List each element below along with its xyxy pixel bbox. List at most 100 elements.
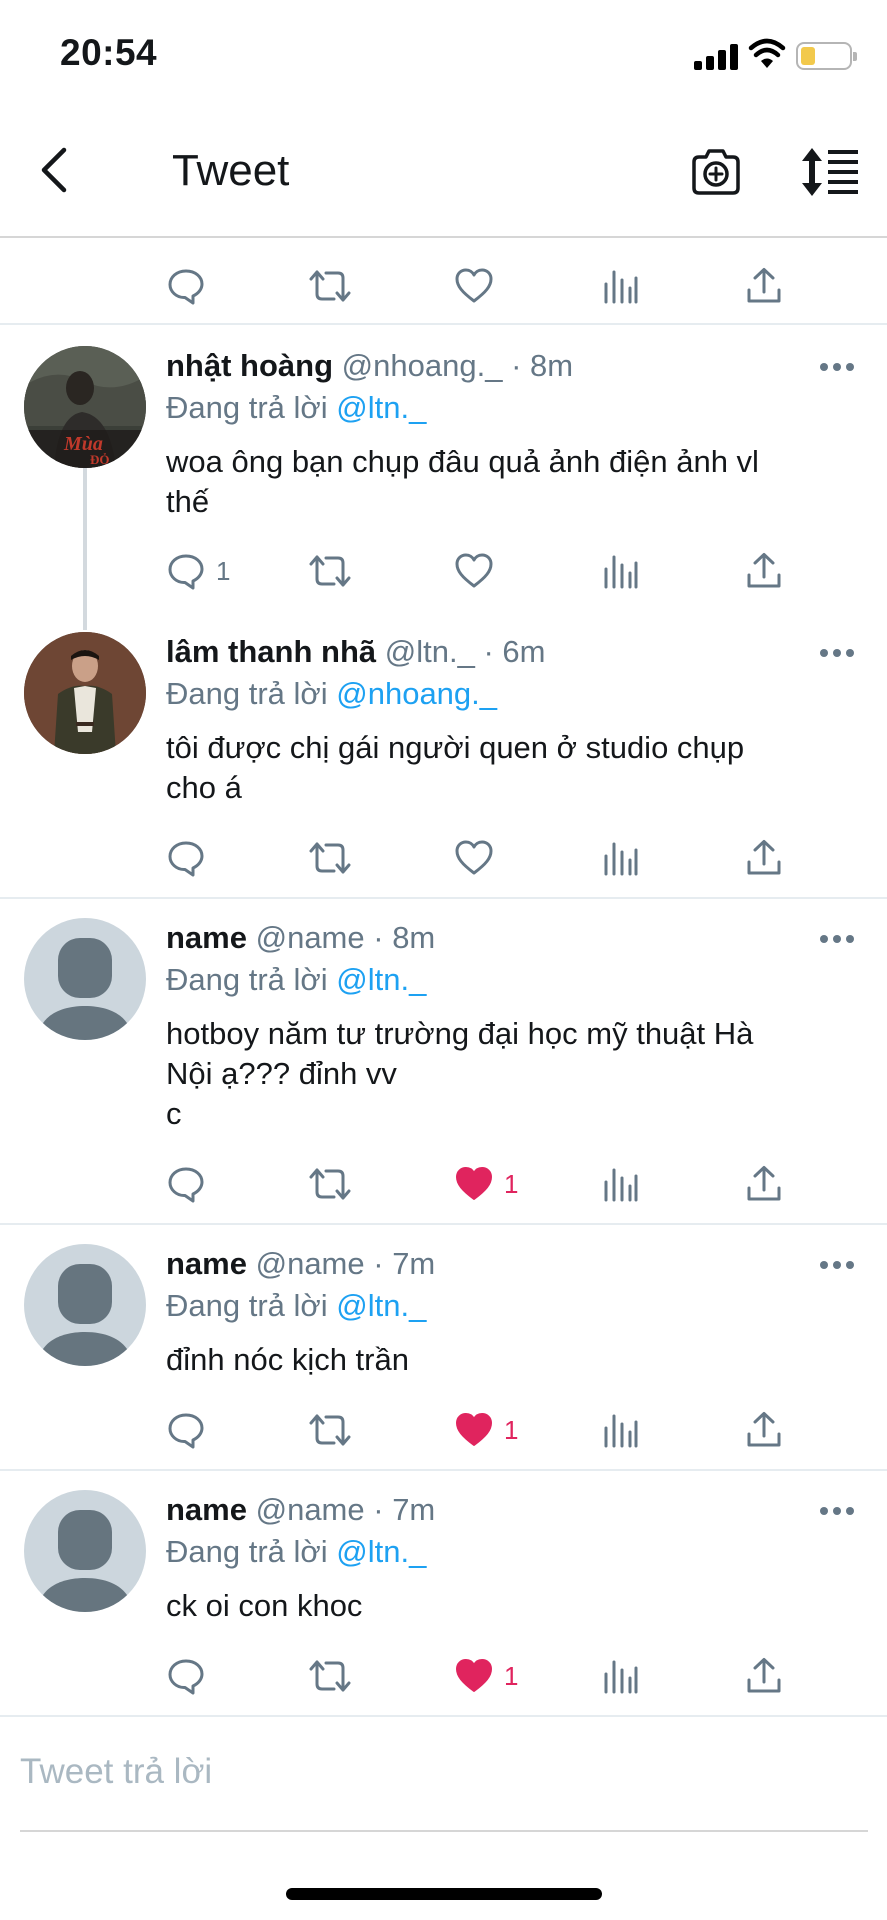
share-button[interactable] xyxy=(744,1159,784,1209)
reply-button[interactable] xyxy=(166,1651,206,1701)
retweet-button[interactable] xyxy=(308,1651,352,1701)
like-button[interactable]: 1 xyxy=(454,1159,518,1209)
more-options-icon[interactable] xyxy=(820,935,854,945)
mention-link[interactable]: @nhoang._ xyxy=(336,676,497,711)
like-button[interactable] xyxy=(454,546,494,596)
reply-icon xyxy=(166,551,206,591)
retweet-icon xyxy=(308,1410,352,1450)
tweet-actions: 1 xyxy=(166,1405,806,1455)
share-icon xyxy=(744,1410,784,1450)
reply-icon xyxy=(166,266,206,306)
back-icon[interactable] xyxy=(28,140,88,200)
liked-heart-icon xyxy=(454,1164,494,1204)
display-name[interactable]: name xyxy=(166,1492,247,1527)
tweet-text: tôi được chị gái người quen ở studio chụ… xyxy=(166,730,745,805)
display-name[interactable]: name xyxy=(166,920,247,955)
reply-button[interactable] xyxy=(166,1405,206,1455)
like-count: 1 xyxy=(504,1660,519,1691)
reply-button[interactable] xyxy=(166,261,206,311)
more-options-icon[interactable] xyxy=(820,1507,854,1517)
like-button[interactable]: 1 xyxy=(454,1651,518,1701)
status-time: 20:54 xyxy=(60,32,158,73)
user-handle[interactable]: @name xyxy=(256,920,365,955)
like-count: 1 xyxy=(504,1414,519,1445)
tweet-header: nhật hoàng @nhoang._ · 8m xyxy=(166,346,573,386)
user-handle[interactable]: @name xyxy=(256,1246,365,1281)
like-button[interactable] xyxy=(454,833,494,883)
replying-to: Đang trả lời @nhoang._ xyxy=(166,674,497,714)
analytics-button[interactable] xyxy=(600,546,640,596)
retweet-icon xyxy=(308,1164,352,1204)
user-handle[interactable]: @name xyxy=(256,1492,365,1527)
share-button[interactable] xyxy=(744,833,784,883)
analytics-button[interactable] xyxy=(600,261,640,311)
dot-separator: · xyxy=(502,348,531,383)
user-handle[interactable]: @ltn._ xyxy=(385,634,475,669)
avatar[interactable]: Mùa ĐỎ xyxy=(24,346,146,468)
wifi-icon xyxy=(748,38,786,68)
display-name[interactable]: name xyxy=(166,1246,247,1281)
default-avatar-icon[interactable] xyxy=(24,1490,146,1612)
like-button[interactable]: 1 xyxy=(454,1405,518,1455)
analytics-icon xyxy=(600,551,640,591)
thread-connector xyxy=(83,468,87,630)
default-avatar-icon[interactable] xyxy=(24,918,146,1040)
sort-icon[interactable] xyxy=(800,146,860,198)
liked-heart-icon xyxy=(454,1656,494,1696)
retweet-button[interactable] xyxy=(308,546,352,596)
retweet-button[interactable] xyxy=(308,1405,352,1455)
camera-icon[interactable] xyxy=(690,146,742,198)
reply-button[interactable]: 1 xyxy=(166,546,230,596)
share-button[interactable] xyxy=(744,261,784,311)
mention-link[interactable]: @ltn._ xyxy=(336,390,426,425)
divider xyxy=(0,323,887,325)
status-bar: 20:54 xyxy=(0,0,887,110)
home-indicator[interactable] xyxy=(286,1888,602,1900)
analytics-button[interactable] xyxy=(600,1651,640,1701)
retweet-icon xyxy=(308,838,352,878)
reply-button[interactable] xyxy=(166,1159,206,1209)
replying-to: Đang trả lời @ltn._ xyxy=(166,388,426,428)
reply-count: 1 xyxy=(216,555,231,586)
divider xyxy=(0,1469,887,1471)
retweet-button[interactable] xyxy=(308,833,352,883)
reply-button[interactable] xyxy=(166,833,206,883)
share-icon xyxy=(744,838,784,878)
mention-link[interactable]: @ltn._ xyxy=(336,962,426,997)
mention-link[interactable]: @ltn._ xyxy=(336,1534,426,1569)
more-options-icon[interactable] xyxy=(820,1261,854,1271)
more-options-icon[interactable] xyxy=(820,649,854,659)
analytics-button[interactable] xyxy=(600,1405,640,1455)
retweet-button[interactable] xyxy=(308,261,352,311)
tweet-actions: 1 xyxy=(166,1651,806,1701)
retweet-button[interactable] xyxy=(308,1159,352,1209)
like-button[interactable] xyxy=(454,261,494,311)
cellular-signal-icon xyxy=(694,44,738,70)
dot-separator: · xyxy=(364,920,393,955)
avatar[interactable] xyxy=(24,632,146,754)
replying-to: Đang trả lời @ltn._ xyxy=(166,1286,426,1326)
display-name[interactable]: nhật hoàng xyxy=(166,348,333,383)
replying-to-label: Đang trả lời xyxy=(166,1288,328,1323)
share-button[interactable] xyxy=(744,1405,784,1455)
reply-icon xyxy=(166,1656,206,1696)
analytics-button[interactable] xyxy=(600,1159,640,1209)
tweet-time: 8m xyxy=(530,348,574,383)
more-options-icon[interactable] xyxy=(820,363,854,373)
replying-to-label: Đang trả lời xyxy=(166,962,328,997)
share-button[interactable] xyxy=(744,546,784,596)
tweet-text: hotboy năm tư trường đại học mỹ thuật Hà… xyxy=(166,1016,754,1131)
default-avatar-icon[interactable] xyxy=(24,1244,146,1366)
display-name[interactable]: lâm thanh nhã xyxy=(166,634,376,669)
analytics-button[interactable] xyxy=(600,833,640,883)
user-handle[interactable]: @nhoang._ xyxy=(342,348,503,383)
tweet-time: 8m xyxy=(392,920,436,955)
liked-heart-icon xyxy=(454,1410,494,1450)
share-icon xyxy=(744,1164,784,1204)
divider xyxy=(0,897,887,899)
reply-icon xyxy=(166,1410,206,1450)
mention-link[interactable]: @ltn._ xyxy=(336,1288,426,1323)
reply-composer-input[interactable]: Tweet trả lời xyxy=(20,1752,212,1792)
share-button[interactable] xyxy=(744,1651,784,1701)
tweet-actions-top xyxy=(166,261,806,311)
